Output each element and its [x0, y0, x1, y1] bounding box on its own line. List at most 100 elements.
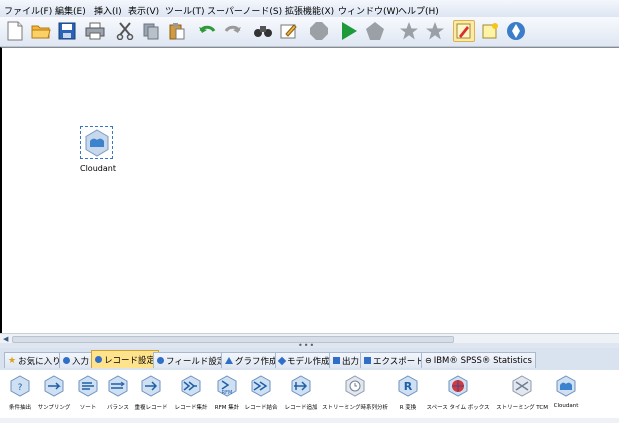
menu-file[interactable]: ファイル(F)	[4, 4, 52, 17]
space-time-boxes-node-icon	[447, 375, 469, 397]
print-icon[interactable]	[84, 20, 106, 42]
distinct-node-icon	[140, 375, 162, 397]
palette-node-label: レコード集計	[174, 405, 208, 411]
palette-node-distinct[interactable]: 重複レコード	[134, 375, 168, 411]
star-tab-icon: ★	[8, 355, 17, 366]
star-icon[interactable]	[398, 20, 420, 42]
palette-tabs: ★ お気に入り 入力 レコード設定 フィールド設定 グラフ作成 モデル作成 出力…	[0, 348, 619, 371]
paste-icon[interactable]	[166, 20, 188, 42]
annotation-icon[interactable]	[453, 20, 475, 42]
append-node-icon	[290, 375, 312, 397]
stop-icon[interactable]	[308, 20, 330, 42]
new-file-icon[interactable]	[4, 20, 26, 42]
tab-favorites[interactable]: ★ お気に入り	[4, 352, 65, 368]
palette-node-sample[interactable]: サンプリング	[37, 375, 71, 411]
palette-node-rfm[interactable]: RFM RFM 集計	[211, 375, 243, 411]
svg-text:?: ?	[18, 383, 23, 393]
palette-node-sort[interactable]: ソート	[76, 375, 100, 411]
run-selection-icon[interactable]	[364, 20, 386, 42]
triangle-tab-icon	[225, 357, 233, 364]
supernode-icon[interactable]	[424, 20, 446, 42]
tab-graphs[interactable]: グラフ作成	[221, 352, 282, 368]
select-node-icon: ?	[9, 375, 31, 397]
sort-node-icon	[77, 375, 99, 397]
node-palette: ? 条件抽出 サンプリング ソート バランス 重複レコード レコード集計 RFM…	[0, 370, 619, 419]
edit-icon[interactable]	[278, 20, 300, 42]
spss-tab-icon: ⊖	[425, 356, 432, 365]
scrollbar-thumb[interactable]	[12, 336, 454, 343]
tab-output[interactable]: 出力	[329, 352, 364, 368]
sample-node-icon	[43, 375, 65, 397]
menu-tools[interactable]: ツール(T)	[165, 4, 205, 17]
run-icon[interactable]	[338, 20, 360, 42]
palette-node-label: ソート	[79, 405, 97, 411]
stream-canvas[interactable]	[0, 47, 619, 333]
aggregate-node-icon	[180, 375, 202, 397]
palette-node-select[interactable]: ? 条件抽出	[6, 375, 34, 411]
palette-node-r-transform[interactable]: R R 変換	[395, 375, 421, 411]
tab-label: IBM® SPSS® Statistics	[433, 355, 532, 366]
palette-node-append[interactable]: レコード追加	[283, 375, 319, 411]
save-icon[interactable]	[56, 20, 78, 42]
tab-export[interactable]: エクスポート	[360, 352, 428, 368]
palette-node-streaming-tcm[interactable]: ストリーミング TCM	[494, 375, 550, 411]
cut-icon[interactable]	[114, 20, 136, 42]
undo-icon[interactable]	[196, 20, 218, 42]
menu-edit[interactable]: 編集(E)	[55, 4, 86, 17]
tab-field-ops[interactable]: フィールド設定	[153, 352, 230, 368]
menu-bar: ファイル(F) 編集(E) 挿入(I) 表示(V) ツール(T) スーパーノード…	[0, 0, 619, 17]
palette-node-label: 重複レコード	[134, 405, 168, 411]
palette-node-cloudant[interactable]: Cloudant	[552, 375, 580, 409]
palette-node-label: バランス	[107, 405, 129, 411]
balance-node-icon	[107, 375, 129, 397]
merge-node-icon	[250, 375, 272, 397]
tab-label: 入力	[72, 356, 90, 367]
modeler-icon[interactable]	[505, 20, 527, 42]
circle-tab-icon	[95, 356, 102, 363]
square-tab-icon	[364, 357, 371, 364]
tab-label: レコード設定	[104, 355, 156, 366]
tab-input[interactable]: 入力	[59, 352, 94, 368]
menu-view[interactable]: 表示(V)	[128, 4, 159, 17]
cloudant-node-label: Cloudant	[80, 164, 116, 173]
open-folder-icon[interactable]	[30, 20, 52, 42]
palette-node-streaming-ts[interactable]: ストリーミング時系列分析	[322, 375, 388, 411]
tab-spss-statistics[interactable]: ⊖ IBM® SPSS® Statistics	[421, 352, 536, 368]
square-tab-icon	[333, 357, 340, 364]
circle-tab-icon	[63, 357, 70, 364]
tab-label: お気に入り	[18, 356, 61, 367]
palette-node-label: R 変換	[399, 405, 417, 411]
tab-label: 出力	[342, 356, 360, 367]
menu-help[interactable]: ヘルプ(H)	[398, 4, 439, 17]
cloudant-node[interactable]	[80, 126, 113, 159]
new-comment-icon[interactable]	[479, 20, 501, 42]
menu-window[interactable]: ウィンドウ(W)	[338, 4, 399, 17]
copy-icon[interactable]	[140, 20, 162, 42]
toolbar	[0, 17, 619, 47]
rfm-node-icon: RFM	[216, 375, 238, 397]
scroll-left-icon[interactable]: ◀	[3, 335, 8, 343]
diamond-tab-icon	[277, 356, 287, 365]
redo-icon[interactable]	[222, 20, 244, 42]
palette-node-label: ストリーミング時系列分析	[322, 405, 389, 411]
palette-node-space-time-boxes[interactable]: スペース タイム ボックス	[424, 375, 492, 411]
find-icon[interactable]	[252, 20, 274, 42]
tab-record-ops[interactable]: レコード設定	[91, 350, 160, 368]
circle-tab-icon	[157, 357, 164, 364]
palette-node-aggregate[interactable]: レコード集計	[172, 375, 210, 411]
r-transform-node-icon: R	[397, 375, 419, 397]
menu-insert[interactable]: 挿入(I)	[94, 4, 122, 17]
palette-node-label: レコード結合	[244, 405, 278, 411]
palette-node-label: RFM 集計	[214, 405, 240, 411]
palette-node-merge[interactable]: レコード結合	[243, 375, 279, 411]
streaming-ts-node-icon	[344, 375, 366, 397]
palette-node-balance[interactable]: バランス	[103, 375, 133, 411]
tab-label: フィールド設定	[166, 356, 226, 367]
menu-extensions[interactable]: 拡張機能(X)	[285, 4, 334, 17]
palette-node-label: 条件抽出	[8, 405, 31, 411]
tab-modeling[interactable]: モデル作成	[275, 352, 334, 368]
tab-label: エクスポート	[373, 356, 424, 367]
palette-scrollbar[interactable]	[0, 418, 619, 423]
menu-supernode[interactable]: スーパーノード(S)	[207, 4, 282, 17]
tab-label: グラフ作成	[235, 356, 278, 367]
